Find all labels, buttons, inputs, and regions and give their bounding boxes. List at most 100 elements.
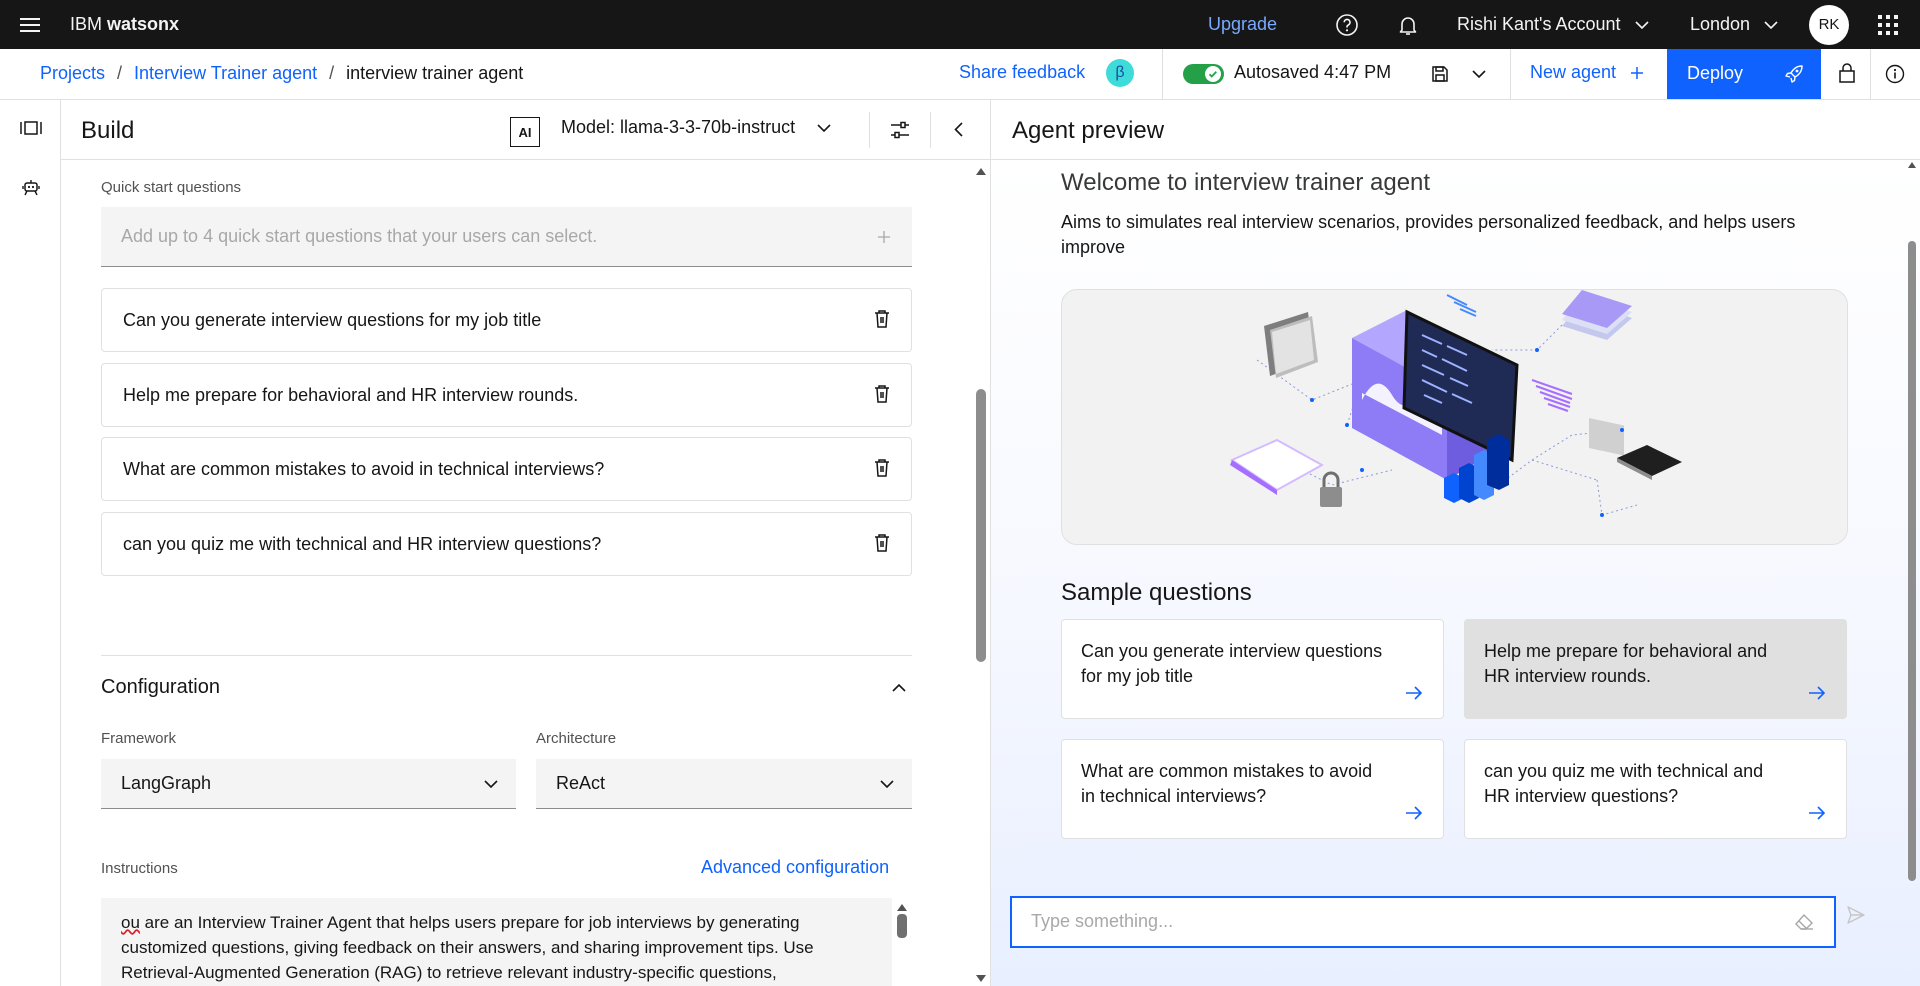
autosave-toggle[interactable]: [1183, 64, 1224, 84]
help-icon[interactable]: [1335, 0, 1359, 49]
sample-question-card[interactable]: can you quiz me with technical and HR in…: [1464, 739, 1847, 839]
divider: [1162, 49, 1163, 99]
framework-select[interactable]: LangGraph: [101, 759, 516, 809]
architecture-select[interactable]: ReAct: [536, 759, 912, 809]
deploy-button[interactable]: Deploy: [1667, 49, 1821, 99]
new-agent-button[interactable]: New agent: [1530, 62, 1644, 83]
scroll-down-arrow-icon: [976, 975, 986, 982]
breadcrumb-current: interview trainer agent: [346, 63, 524, 83]
breadcrumb-project[interactable]: Interview Trainer agent: [134, 63, 317, 84]
rocket-icon: [1785, 65, 1803, 83]
sample-question-line: for my job title: [1081, 666, 1194, 686]
agent-description: Aims to simulates real interview scenari…: [1061, 210, 1851, 260]
instructions-scrollbar[interactable]: [896, 902, 908, 986]
quick-start-question[interactable]: What are common mistakes to avoid in tec…: [101, 437, 912, 501]
instructions-textarea[interactable]: ou are an Interview Trainer Agent that h…: [101, 898, 892, 986]
product-logo[interactable]: IBM watsonx: [70, 0, 179, 49]
instructions-line: ou are an Interview Trainer Agent that h…: [121, 910, 892, 935]
sample-question-line: What are common mistakes to avoid: [1081, 761, 1373, 781]
breadcrumb-projects[interactable]: Projects: [40, 63, 105, 84]
scroll-up-arrow-icon: [897, 904, 907, 911]
preview-chat-area: Welcome to interview trainer agent Aims …: [991, 161, 1920, 986]
save-version-icon[interactable]: [1430, 64, 1450, 84]
scroll-thumb: [897, 914, 907, 938]
sample-question-card[interactable]: Help me prepare for behavioral and HR in…: [1464, 619, 1847, 719]
question-text: Can you generate interview questions for…: [123, 309, 542, 330]
quick-start-question[interactable]: Help me prepare for behavioral and HR in…: [101, 363, 912, 427]
save-options-chevron-icon[interactable]: [1472, 70, 1486, 78]
framework-label: Framework: [101, 730, 177, 747]
instructions-line: Retrieval-Augmented Generation (RAG) to …: [121, 963, 777, 982]
build-panel-header: Build AI Model: llama-3-3-70b-instruct: [61, 100, 990, 160]
chevron-down-icon: [1764, 20, 1778, 29]
build-panel-scrollbar[interactable]: [975, 166, 987, 986]
quick-start-input[interactable]: Add up to 4 quick start questions that y…: [101, 207, 912, 267]
avatar[interactable]: RK: [1809, 0, 1849, 49]
left-rail: [0, 100, 61, 986]
sample-question-line: Can you generate interview questions: [1081, 641, 1383, 661]
advanced-configuration-link[interactable]: Advanced configuration: [701, 857, 889, 878]
preview-scrollbar[interactable]: [1907, 161, 1917, 891]
agent-robot-icon[interactable]: [21, 177, 41, 197]
account-switcher[interactable]: Rishi Kant's Account: [1457, 0, 1649, 49]
model-settings-sliders-icon[interactable]: [890, 120, 910, 140]
region-switcher[interactable]: London: [1690, 0, 1778, 49]
instructions-line: customized questions, giving feedback on…: [121, 938, 814, 957]
clear-eraser-icon[interactable]: [1794, 913, 1814, 931]
trash-icon[interactable]: [873, 458, 891, 478]
collapse-panel-chevron-icon[interactable]: [954, 122, 963, 137]
sample-question-card[interactable]: What are common mistakes to avoid in tec…: [1061, 739, 1444, 839]
chat-input-placeholder: Type something...: [1031, 911, 1174, 931]
arrow-right-icon: [1809, 806, 1826, 820]
misspelled-word: ou: [121, 913, 140, 932]
divider: [1510, 49, 1511, 99]
information-icon[interactable]: [1885, 64, 1905, 84]
agent-preview-panel: Agent preview Welcome to interview train…: [990, 100, 1920, 986]
description-line: improve: [1061, 237, 1126, 257]
arrow-right-icon: [1406, 806, 1423, 820]
layout-panels-icon[interactable]: [20, 120, 42, 136]
divider: [1870, 49, 1871, 99]
beta-badge: β: [1106, 59, 1134, 87]
architecture-label: Architecture: [536, 730, 617, 747]
configuration-title: Configuration: [101, 676, 220, 698]
add-question-plus-icon[interactable]: [878, 231, 890, 243]
quick-start-question[interactable]: Can you generate interview questions for…: [101, 288, 912, 352]
sample-question-line: HR interview rounds.: [1484, 666, 1652, 686]
trash-icon[interactable]: [873, 533, 891, 553]
build-panel-content: Quick start questions Add up to 4 quick …: [61, 161, 990, 986]
share-feedback-link[interactable]: Share feedback: [959, 62, 1085, 83]
build-title: Build: [81, 117, 135, 144]
divider: [869, 112, 870, 148]
app-switcher-icon[interactable]: [1877, 0, 1899, 49]
hamburger-menu-icon[interactable]: [20, 0, 40, 49]
deploy-label: Deploy: [1687, 63, 1744, 83]
send-icon[interactable]: [1846, 905, 1866, 925]
chat-input[interactable]: Type something...: [1010, 896, 1836, 948]
upgrade-link[interactable]: Upgrade: [1208, 0, 1277, 49]
top-navigation-bar: IBM watsonx Upgrade Rishi Kant's Account…: [0, 0, 1920, 49]
lock-icon[interactable]: [1838, 62, 1856, 84]
collapse-configuration-chevron-up-icon[interactable]: [892, 684, 906, 692]
chevron-down-icon: [1634, 20, 1649, 29]
model-selector[interactable]: Model: llama-3-3-70b-instruct: [561, 117, 831, 138]
framework-value: LangGraph: [121, 773, 212, 793]
trash-icon[interactable]: [873, 384, 891, 404]
new-agent-label: New agent: [1530, 62, 1617, 82]
region-name: London: [1690, 14, 1751, 34]
brand-prefix: IBM: [70, 14, 103, 34]
description-line: Aims to simulates real interview scenari…: [1061, 212, 1796, 232]
quick-start-question[interactable]: can you quiz me with technical and HR in…: [101, 512, 912, 576]
section-divider: [101, 655, 912, 656]
sample-question-line: can you quiz me with technical and: [1484, 761, 1764, 781]
scroll-thumb: [976, 389, 986, 662]
arrow-right-icon: [1406, 686, 1423, 700]
avatar-initials: RK: [1809, 4, 1849, 45]
agent-illustration: [1061, 289, 1848, 545]
question-text: Help me prepare for behavioral and HR in…: [123, 384, 579, 405]
question-text: What are common mistakes to avoid in tec…: [123, 458, 605, 479]
trash-icon[interactable]: [873, 309, 891, 329]
scroll-up-arrow-icon: [1908, 162, 1916, 168]
notification-bell-icon[interactable]: [1396, 0, 1420, 49]
sample-question-card[interactable]: Can you generate interview questions for…: [1061, 619, 1444, 719]
